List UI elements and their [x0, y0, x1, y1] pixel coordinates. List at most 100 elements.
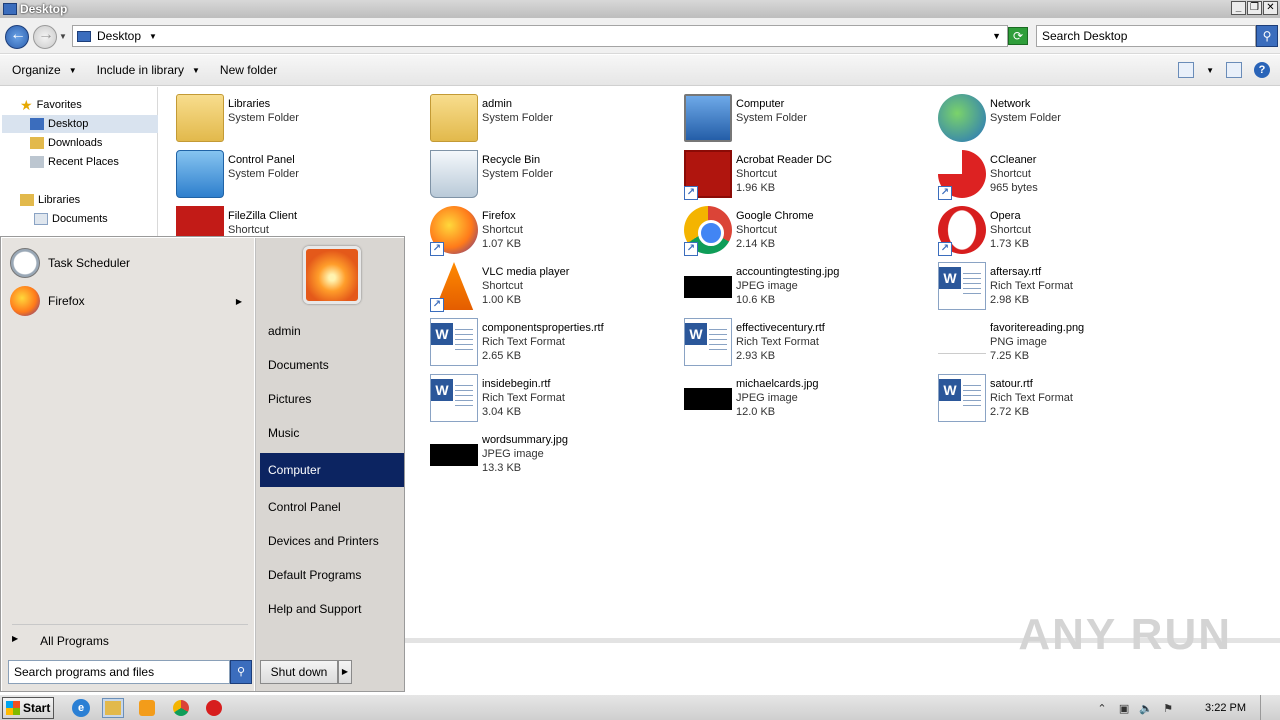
search-icon[interactable]: ⚲: [1256, 25, 1278, 47]
chevron-down-icon[interactable]: ▼: [149, 32, 157, 41]
forward-button[interactable]: [33, 25, 57, 49]
file-item[interactable]: ↗ Firefox Shortcut 1.07 KB: [430, 206, 680, 258]
file-item[interactable]: Control Panel System Folder: [176, 150, 426, 202]
volume-icon[interactable]: 🔈: [1139, 702, 1153, 715]
downloads-folder-icon: [30, 137, 44, 149]
all-programs-button[interactable]: ▶ All Programs: [12, 634, 109, 648]
clock[interactable]: 3:22 PM: [1205, 702, 1246, 714]
network-icon: [938, 94, 986, 142]
nav-documents[interactable]: Documents: [34, 210, 108, 228]
file-item[interactable]: ↗ Acrobat Reader DC Shortcut 1.96 KB: [684, 150, 934, 202]
file-item[interactable]: ↗ Google Chrome Shortcut 2.14 KB: [684, 206, 934, 258]
shortcut-arrow-icon: ↗: [938, 242, 952, 256]
restore-button[interactable]: ❐: [1247, 1, 1262, 15]
refresh-button[interactable]: ⟳: [1008, 27, 1028, 45]
show-hidden-icons-icon[interactable]: ⌃: [1095, 702, 1109, 715]
file-name: michaelcards.jpg: [736, 378, 819, 390]
file-item[interactable]: effectivecentury.rtf Rich Text Format 2.93…: [684, 318, 934, 370]
address-dropdown[interactable]: ▼: [992, 31, 1001, 41]
file-size: 2.98 KB: [990, 294, 1030, 306]
file-name: aftersay.rtf: [990, 266, 1042, 278]
organize-button[interactable]: Organize ▼: [12, 63, 77, 77]
file-item[interactable]: wordsummary.jpg JPEG image 13.3 KB: [430, 430, 680, 482]
change-view-icon[interactable]: [1178, 62, 1195, 78]
file-type: JPEG image: [736, 280, 798, 292]
search-icon[interactable]: ⚲: [230, 660, 252, 684]
file-item[interactable]: Recycle Bin System Folder: [430, 150, 680, 202]
file-item[interactable]: aftersay.rtf Rich Text Format 2.98 KB: [938, 262, 1188, 314]
nav-downloads[interactable]: Downloads: [30, 134, 102, 152]
shutdown-button[interactable]: Shut down: [260, 660, 338, 684]
file-type: Rich Text Format: [990, 392, 1073, 404]
link-pictures[interactable]: Pictures: [260, 382, 404, 416]
file-type: Shortcut: [482, 280, 523, 292]
link-devices-printers[interactable]: Devices and Printers: [260, 524, 404, 558]
file-item[interactable]: accountingtesting.jpg JPEG image 10.6 KB: [684, 262, 934, 314]
documents-icon: [34, 213, 48, 225]
close-button[interactable]: ✕: [1263, 1, 1278, 15]
address-bar[interactable]: Desktop ▼ ▼: [72, 25, 1008, 47]
file-item[interactable]: satour.rtf Rich Text Format 2.72 KB: [938, 374, 1188, 426]
opera-taskbar-icon[interactable]: [203, 698, 225, 718]
network-icon[interactable]: ▣: [1117, 702, 1131, 715]
file-type: Shortcut: [736, 168, 777, 180]
nav-recent-places[interactable]: Recent Places: [30, 153, 119, 171]
link-default-programs[interactable]: Default Programs: [260, 558, 404, 592]
program-label: Firefox: [48, 294, 85, 308]
file-item[interactable]: favoritereading.png PNG image 7.25 KB: [938, 318, 1188, 370]
file-type: Shortcut: [990, 224, 1031, 236]
minimize-button[interactable]: _: [1231, 1, 1246, 15]
file-item[interactable]: Libraries System Folder: [176, 94, 426, 146]
file-name: Opera: [990, 210, 1021, 222]
link-help-support[interactable]: Help and Support: [260, 592, 404, 626]
start-button[interactable]: Start: [2, 697, 54, 719]
help-icon[interactable]: ?: [1254, 62, 1270, 78]
computer-icon: [684, 94, 732, 142]
file-item[interactable]: ↗ Opera Shortcut 1.73 KB: [938, 206, 1188, 258]
file-item[interactable]: Computer System Folder: [684, 94, 934, 146]
file-item[interactable]: admin System Folder: [430, 94, 680, 146]
start-search-input[interactable]: Search programs and files: [8, 660, 230, 684]
file-item[interactable]: componentsproperties.rtf Rich Text Format…: [430, 318, 680, 370]
chrome-taskbar-icon[interactable]: [170, 698, 192, 718]
file-type: JPEG image: [736, 392, 798, 404]
user-folder-icon: [430, 94, 478, 142]
view-dropdown-icon[interactable]: ▼: [1206, 66, 1214, 75]
submenu-arrow-icon[interactable]: ▶: [236, 297, 242, 306]
file-item[interactable]: ↗ CCleaner Shortcut 965 bytes: [938, 150, 1188, 202]
back-button[interactable]: [5, 25, 29, 49]
file-item[interactable]: ↗ VLC media player Shortcut 1.00 KB: [430, 262, 680, 314]
program-firefox[interactable]: Firefox ▶: [10, 284, 250, 318]
program-task-scheduler[interactable]: Task Scheduler: [10, 246, 250, 280]
rtf-document-icon: [938, 374, 986, 422]
link-computer[interactable]: Computer: [260, 453, 404, 487]
nav-favorites[interactable]: ★ Favorites: [20, 96, 82, 114]
show-desktop-button[interactable]: [1260, 695, 1270, 720]
new-folder-button[interactable]: New folder: [220, 63, 277, 77]
user-avatar[interactable]: [303, 246, 361, 304]
nav-desktop[interactable]: Desktop: [2, 115, 158, 133]
preview-pane-icon[interactable]: [1226, 62, 1242, 78]
link-documents[interactable]: Documents: [260, 348, 404, 382]
nav-libraries[interactable]: Libraries: [20, 191, 80, 209]
file-item[interactable]: michaelcards.jpg JPEG image 12.0 KB: [684, 374, 934, 426]
media-player-taskbar-icon[interactable]: [136, 698, 158, 718]
link-music[interactable]: Music: [260, 416, 404, 450]
explorer-taskbar-icon[interactable]: [102, 698, 124, 718]
link-admin[interactable]: admin: [260, 314, 404, 348]
shutdown-options-icon[interactable]: ▶: [338, 660, 352, 684]
action-center-flag-icon[interactable]: ⚑: [1161, 702, 1175, 715]
file-item[interactable]: Network System Folder: [938, 94, 1188, 146]
search-input[interactable]: Search Desktop: [1036, 25, 1256, 47]
include-in-library-button[interactable]: Include in library ▼: [97, 63, 200, 77]
file-item[interactable]: insidebegin.rtf Rich Text Format 3.04 KB: [430, 374, 680, 426]
clock-icon: [10, 248, 40, 278]
file-name: componentsproperties.rtf: [482, 322, 604, 334]
address-location[interactable]: Desktop: [97, 29, 141, 43]
taskbar: Start e ⌃ ▣ 🔈 ⚑ 3:22 PM: [0, 694, 1280, 720]
link-control-panel[interactable]: Control Panel: [260, 490, 404, 524]
recent-pages-dropdown[interactable]: ▼: [59, 32, 67, 41]
file-size: 2.72 KB: [990, 406, 1030, 418]
file-type: Shortcut: [482, 224, 523, 236]
ie-taskbar-icon[interactable]: e: [70, 698, 92, 718]
